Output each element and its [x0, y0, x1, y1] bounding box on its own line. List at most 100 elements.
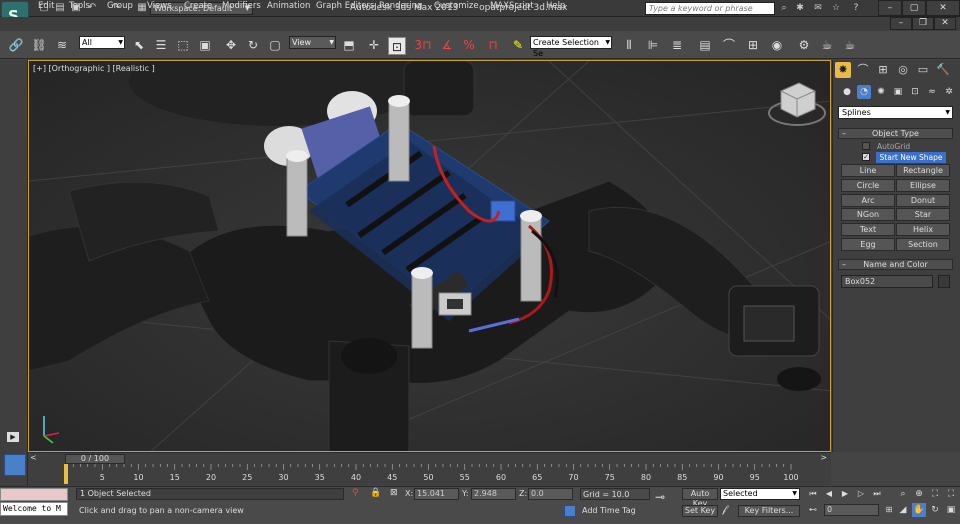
maxscript-mini-listener[interactable]: Welcome to M [0, 502, 68, 516]
previous-frame-icon[interactable]: ◀ [822, 488, 836, 500]
add-time-tag-button[interactable]: Add Time Tag [582, 506, 636, 515]
current-frame-marker[interactable] [64, 464, 68, 484]
start-new-shape-button[interactable]: Start New Shape [876, 152, 946, 163]
geometry-icon[interactable]: ● [840, 85, 854, 99]
unlink-icon[interactable]: ⛓ [30, 36, 48, 54]
field-of-view-icon[interactable]: ◢ [896, 503, 910, 517]
bind-space-warp-icon[interactable]: ≋ [53, 36, 71, 54]
utilities-tab-icon[interactable]: 🔨 [935, 62, 951, 78]
text-button[interactable]: Text [841, 223, 895, 236]
schematic-view-icon[interactable]: ⊞ [744, 36, 762, 54]
keyboard-shortcut-override-icon[interactable]: ⊡ [388, 37, 406, 55]
z-coordinate-field[interactable]: 0.0 [528, 488, 573, 500]
material-editor-icon[interactable]: ◉ [768, 36, 786, 54]
maximize-button[interactable]: ▢ [902, 0, 926, 16]
select-manipulate-icon[interactable]: ✛ [365, 36, 383, 54]
orbit-icon[interactable]: ↻ [928, 503, 942, 517]
maxscript-listener-top[interactable] [0, 488, 68, 501]
menu-customize[interactable]: Customize [434, 1, 479, 11]
menu-views[interactable]: Views [147, 1, 172, 11]
select-and-move-icon[interactable]: ✥ [222, 36, 240, 54]
select-and-scale-icon[interactable]: ▢ [266, 36, 284, 54]
key-mode-toggle-icon[interactable]: ⊷ [806, 504, 820, 516]
menu-animation[interactable]: Animation [267, 1, 310, 11]
communication-center-icon[interactable]: ✉ [812, 2, 824, 14]
spinner-snap-icon[interactable]: ⊓ [484, 36, 502, 54]
section-button[interactable]: Section [896, 238, 950, 251]
helpers-icon[interactable]: ⊡ [908, 85, 922, 99]
help-icon[interactable]: ? [850, 2, 862, 14]
name-and-color-rollout[interactable]: – Name and Color [838, 259, 953, 270]
menu-modifiers[interactable]: Modifiers [222, 1, 261, 11]
line-button[interactable]: Line [841, 164, 895, 177]
space-warps-icon[interactable]: ≈ [925, 85, 939, 99]
egg-button[interactable]: Egg [841, 238, 895, 251]
align-icon[interactable]: ⊫ [644, 36, 662, 54]
search-icon[interactable]: ⌕ [778, 2, 790, 14]
arc-button[interactable]: Arc [841, 194, 895, 207]
time-slider[interactable]: < 0 / 100 > [28, 452, 831, 464]
hierarchy-tab-icon[interactable]: ⊞ [875, 62, 891, 78]
named-selection-dropdown[interactable]: Create Selection Se ▼ [530, 36, 612, 58]
current-frame-field[interactable]: 0 [824, 504, 879, 516]
y-coordinate-field[interactable]: 2.948 [471, 488, 516, 500]
doc-close-button[interactable]: ✕ [934, 17, 956, 30]
expand-toolbar-icon[interactable]: ▶ [7, 432, 19, 442]
systems-icon[interactable]: ✲ [942, 85, 956, 99]
ngon-button[interactable]: NGon [841, 208, 895, 221]
selection-filter-dropdown[interactable]: All ▼ [79, 36, 125, 49]
menu-maxscript[interactable]: MAXScript [490, 1, 534, 11]
search-input[interactable]: Type a keyword or phrase [645, 2, 775, 15]
motion-tab-icon[interactable]: ◎ [895, 62, 911, 78]
edit-named-selection-icon[interactable]: ✎ [509, 36, 527, 54]
angle-snap-icon[interactable]: ∡ [438, 36, 456, 54]
time-prev-icon[interactable]: < [30, 453, 37, 462]
viewport-orthographic[interactable]: [+] [Orthographic ] [Realistic ] [28, 60, 831, 452]
object-color-swatch[interactable] [938, 275, 950, 288]
menu-help[interactable]: Help [546, 1, 565, 11]
donut-button[interactable]: Donut [896, 194, 950, 207]
category-dropdown[interactable]: Splines ▼ [838, 106, 953, 119]
key-filter-icon[interactable]: 𝒻 [722, 504, 726, 515]
key-filters-button[interactable]: Key Filters... [738, 505, 800, 517]
close-button[interactable]: ✕ [926, 0, 960, 16]
cameras-icon[interactable]: ▣ [891, 85, 905, 99]
play-icon[interactable]: ▶ [838, 488, 852, 500]
select-and-rotate-icon[interactable]: ↻ [244, 36, 262, 54]
autogrid-checkbox[interactable] [862, 142, 870, 150]
ellipse-button[interactable]: Ellipse [896, 179, 950, 192]
menu-rendering[interactable]: Rendering [379, 1, 422, 11]
circle-button[interactable]: Circle [841, 179, 895, 192]
time-tag-icon[interactable] [564, 505, 576, 517]
zoom-extents-icon[interactable]: ⛶ [928, 487, 942, 501]
selection-lock-icon[interactable]: 🔒 [370, 488, 381, 498]
display-tab-icon[interactable]: ▭ [915, 62, 931, 78]
minimize-button[interactable]: – [878, 0, 902, 16]
maximize-viewport-icon[interactable]: ▣ [944, 503, 958, 517]
object-type-rollout[interactable]: – Object Type [838, 128, 953, 139]
shapes-icon[interactable]: ◔ [857, 85, 871, 99]
percent-snap-icon[interactable]: % [460, 36, 478, 54]
curve-editor-icon[interactable]: ⌒ [720, 36, 738, 54]
key-selection-dropdown[interactable]: Selected ▼ [720, 488, 800, 500]
select-object-icon[interactable]: ⬉ [130, 36, 148, 54]
snaps-toggle-icon[interactable]: 3⊓ [414, 36, 432, 54]
menu-tools[interactable]: Tools [69, 1, 90, 11]
window-crossing-icon[interactable]: ▣ [196, 36, 214, 54]
menu-group[interactable]: Group [107, 1, 133, 11]
time-configuration-icon[interactable]: ⊞ [882, 504, 896, 516]
render-production-icon[interactable]: ☕ [841, 36, 859, 54]
absolute-mode-icon[interactable]: ⊠ [390, 488, 398, 498]
zoom-extents-all-icon[interactable]: ⛶ [944, 487, 958, 501]
modify-tab-icon[interactable]: ⌒ [855, 62, 871, 78]
zoom-all-icon[interactable]: ⊕ [912, 487, 926, 501]
next-frame-icon[interactable]: ▷ [854, 488, 868, 500]
object-name-field[interactable]: Box052 [841, 275, 933, 288]
layer-manager-icon[interactable]: ≣ [668, 36, 686, 54]
set-key-mode-icon[interactable]: ⊸ [655, 490, 665, 504]
pan-view-icon[interactable]: ✋ [912, 503, 926, 517]
auto-key-button[interactable]: Auto Key [682, 488, 718, 508]
start-new-shape-checkbox[interactable]: ✓ [862, 153, 870, 161]
open-file-icon[interactable]: ▤ [54, 2, 66, 14]
set-key-button[interactable]: Set Key [682, 505, 718, 517]
